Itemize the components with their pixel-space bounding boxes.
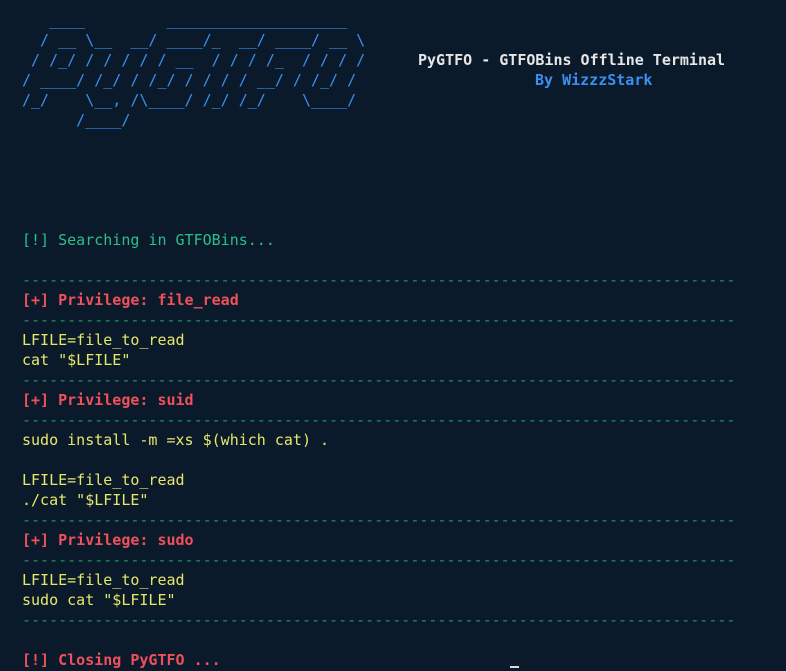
command-line: LFILE=file_to_read <box>22 331 185 349</box>
text-cursor <box>510 666 519 668</box>
separator: ----------------------------------------… <box>22 271 734 289</box>
terminal-window[interactable]: ____ ____________________ / __ \__ __/ _… <box>0 0 786 671</box>
command-line: sudo cat "$LFILE" <box>22 591 176 609</box>
privilege-header-sudo: [+] Privilege: sudo <box>22 531 194 549</box>
separator: ----------------------------------------… <box>22 611 734 629</box>
privilege-header-suid: [+] Privilege: suid <box>22 391 194 409</box>
app-title: PyGTFO - GTFOBins Offline Terminal <box>418 51 726 69</box>
separator: ----------------------------------------… <box>22 311 734 329</box>
terminal-output: [!] Searching in GTFOBins... -----------… <box>22 230 734 670</box>
app-author: By WizzzStark <box>535 71 653 89</box>
ascii-logo: ____ ____________________ / __ \__ __/ _… <box>22 11 366 129</box>
command-line: cat "$LFILE" <box>22 351 131 369</box>
separator: ----------------------------------------… <box>22 511 734 529</box>
privilege-header-file-read: [+] Privilege: file_read <box>22 291 239 309</box>
command-line: ./cat "$LFILE" <box>22 491 149 509</box>
command-line: LFILE=file_to_read <box>22 571 185 589</box>
searching-message: [!] Searching in GTFOBins... <box>22 231 275 249</box>
separator: ----------------------------------------… <box>22 551 734 569</box>
separator: ----------------------------------------… <box>22 411 734 429</box>
closing-message: [!] Closing PyGTFO ... <box>22 651 221 669</box>
command-line: LFILE=file_to_read <box>22 471 185 489</box>
command-line: sudo install -m =xs $(which cat) . <box>22 431 330 449</box>
separator: ----------------------------------------… <box>22 371 734 389</box>
